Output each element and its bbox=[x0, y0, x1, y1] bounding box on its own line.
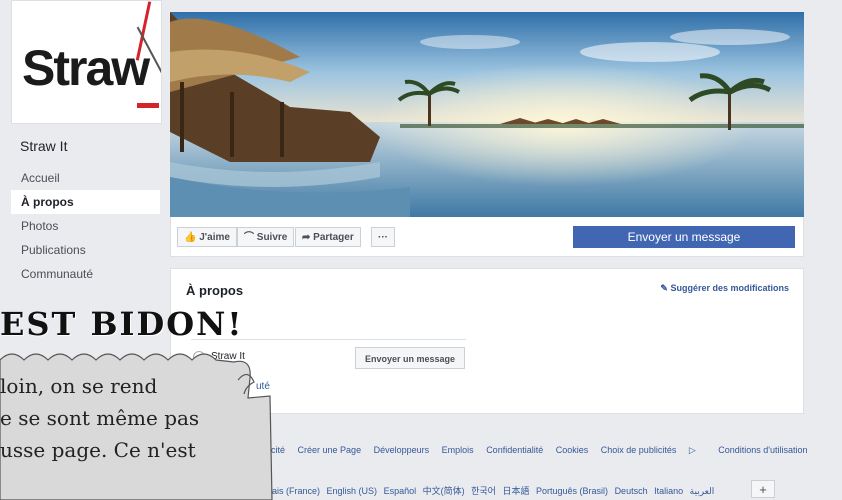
adchoices-icon: ▷ bbox=[686, 445, 696, 455]
page-nav: Accueil À propos Photos Publications Com… bbox=[11, 166, 160, 286]
cover-image bbox=[170, 12, 804, 217]
language-link[interactable]: Português (Brasil) bbox=[536, 486, 608, 496]
footer-link[interactable]: Emplois bbox=[442, 445, 474, 455]
page-name[interactable]: Straw It bbox=[20, 138, 67, 154]
language-link[interactable]: 中文(简体) bbox=[423, 486, 465, 496]
nav-item-photos[interactable]: Photos bbox=[11, 214, 160, 238]
more-button[interactable]: ··· bbox=[371, 227, 395, 247]
language-link[interactable]: 日本語 bbox=[502, 486, 529, 496]
footer-links: blicité Créer une Page Développeurs Empl… bbox=[262, 445, 818, 456]
bubble-line: e se sont même pas bbox=[0, 406, 200, 430]
nav-item-posts[interactable]: Publications bbox=[11, 238, 160, 262]
language-link[interactable]: 한국어 bbox=[471, 486, 496, 496]
bubble-line: usse page. Ce n'est bbox=[0, 438, 196, 462]
footer-link[interactable]: Confidentialité bbox=[486, 445, 543, 455]
nav-item-home[interactable]: Accueil bbox=[11, 166, 160, 190]
page-action-bar: 👍 J'aime ⌒ Suivre ➦ Partager ··· Envoyer… bbox=[170, 217, 804, 257]
footer-link[interactable]: Créer une Page bbox=[298, 445, 362, 455]
cover-photo[interactable] bbox=[170, 12, 804, 217]
logo-text: Straw bbox=[22, 40, 150, 96]
language-link[interactable]: Deutsch bbox=[615, 486, 648, 496]
footer-link[interactable]: Choix de publicités ▷ bbox=[601, 445, 706, 455]
pencil-icon: ✎ bbox=[660, 283, 668, 293]
nav-item-about[interactable]: À propos bbox=[11, 190, 160, 214]
about-send-message-button[interactable]: Envoyer un message bbox=[355, 347, 465, 369]
share-arrow-icon: ➦ bbox=[302, 232, 311, 243]
about-title: À propos bbox=[186, 283, 244, 298]
language-link[interactable]: English (US) bbox=[327, 486, 378, 496]
bubble-text: loin, on se rend e se sont même pas usse… bbox=[0, 370, 270, 466]
footer-link[interactable]: Conditions d'utilisation bbox=[718, 445, 807, 455]
language-link[interactable]: Español bbox=[384, 486, 417, 496]
send-message-button[interactable]: Envoyer un message bbox=[573, 226, 795, 248]
overlay-headline: EST BIDON! bbox=[0, 305, 244, 343]
page-logo[interactable]: Straw bbox=[11, 0, 162, 124]
footer-link[interactable]: Développeurs bbox=[374, 445, 430, 455]
logo-accent bbox=[137, 103, 159, 108]
thumbs-up-icon: 👍 bbox=[184, 232, 197, 243]
share-button[interactable]: ➦ Partager bbox=[295, 227, 361, 247]
language-links: ais (France) English (US) Español 中文(简体)… bbox=[272, 484, 718, 497]
language-link[interactable]: Italiano bbox=[654, 486, 683, 496]
language-link[interactable]: العربية bbox=[690, 486, 715, 496]
more-languages-button[interactable]: + bbox=[751, 480, 775, 498]
nav-item-community[interactable]: Communauté bbox=[11, 262, 160, 286]
footer-link[interactable]: Cookies bbox=[556, 445, 589, 455]
suggest-edits-link[interactable]: ✎ Suggérer des modifications bbox=[660, 283, 789, 294]
follow-button[interactable]: ⌒ Suivre bbox=[237, 227, 295, 247]
bubble-line: loin, on se rend bbox=[0, 374, 158, 398]
like-button[interactable]: 👍 J'aime bbox=[177, 227, 237, 247]
rss-icon: ⌒ bbox=[244, 232, 254, 243]
